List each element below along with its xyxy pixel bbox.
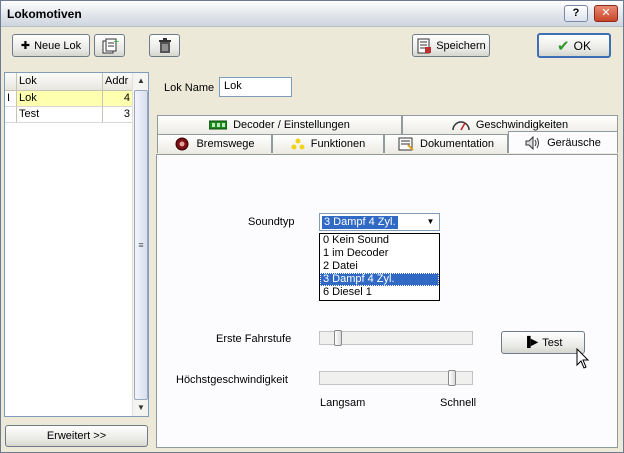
indicator-column-header bbox=[5, 73, 17, 91]
new-loco-button[interactable]: ✚ Neue Lok bbox=[12, 34, 90, 57]
speaker-icon bbox=[525, 135, 540, 150]
delete-button[interactable] bbox=[149, 34, 180, 57]
max-speed-slider-thumb[interactable] bbox=[448, 370, 456, 386]
scroll-thumb[interactable]: ≡ bbox=[134, 90, 148, 400]
tab-functions[interactable]: Funktionen bbox=[272, 134, 384, 153]
sound-type-dropdown: 0 Kein Sound 1 im Decoder 2 Datei 3 Damp… bbox=[319, 233, 440, 301]
addr-column-header[interactable]: Addr bbox=[103, 73, 133, 91]
close-button[interactable]: ✕ bbox=[594, 5, 618, 22]
list-row[interactable]: Test 3 bbox=[5, 107, 133, 123]
tab-speed-label: Geschwindigkeiten bbox=[475, 119, 569, 131]
checkmark-icon: ✔ bbox=[557, 37, 570, 55]
dropdown-option[interactable]: 6 Diesel 1 bbox=[320, 286, 439, 299]
lights-icon bbox=[291, 138, 305, 150]
copy-icon: + bbox=[102, 37, 119, 53]
scroll-up-arrow-icon[interactable]: ▲ bbox=[133, 73, 149, 89]
tab-sounds-label: Geräusche bbox=[547, 136, 601, 149]
sound-type-value: 3 Dampf 4 Zyl. bbox=[322, 216, 398, 229]
first-step-label: Erste Fahrstufe bbox=[216, 333, 292, 345]
tab-decoder[interactable]: Decoder / Einstellungen bbox=[157, 115, 402, 134]
slow-label: Langsam bbox=[320, 397, 366, 409]
fast-label: Schnell bbox=[440, 397, 477, 409]
tab-documentation-label: Dokumentation bbox=[420, 138, 494, 150]
title-bar: Lokomotiven ? ✕ bbox=[1, 1, 623, 27]
decoder-chip-icon bbox=[209, 120, 228, 130]
max-speed-label: Höchstgeschwindigkeit bbox=[176, 374, 288, 386]
chevron-down-icon[interactable]: ▼ bbox=[423, 215, 438, 229]
loco-name-input[interactable]: Lok bbox=[219, 77, 292, 97]
window-title: Lokomotiven bbox=[7, 7, 82, 21]
dropdown-option[interactable]: 2 Datei bbox=[320, 260, 439, 273]
lokomotiven-window: Lokomotiven ? ✕ ✚ Neue Lok + Speichern ✔… bbox=[0, 0, 624, 453]
test-label: Test bbox=[542, 336, 563, 349]
mouse-cursor-icon bbox=[576, 348, 590, 369]
help-button[interactable]: ? bbox=[564, 5, 588, 22]
row-name[interactable]: Test bbox=[17, 107, 103, 123]
row-indicator: I bbox=[5, 91, 17, 107]
tab-brake-label: Bremswege bbox=[196, 138, 255, 150]
tab-decoder-label: Decoder / Einstellungen bbox=[233, 119, 350, 131]
tab-brake[interactable]: Bremswege bbox=[157, 134, 272, 153]
max-speed-slider[interactable] bbox=[319, 370, 473, 386]
ok-button[interactable]: ✔ OK bbox=[537, 33, 611, 58]
sound-type-label: Soundtyp bbox=[248, 216, 295, 228]
dropdown-option[interactable]: 1 im Decoder bbox=[320, 247, 439, 260]
row-addr[interactable]: 3 bbox=[103, 107, 133, 123]
save-document-icon bbox=[417, 38, 432, 53]
name-column-header[interactable]: Lok bbox=[17, 73, 103, 91]
plus-icon: ✚ bbox=[20, 40, 31, 52]
ok-label: OK bbox=[573, 38, 591, 53]
list-row[interactable]: I Lok 4 bbox=[5, 91, 133, 107]
list-header: Lok Addr bbox=[5, 73, 133, 91]
row-indicator bbox=[5, 107, 17, 123]
save-label: Speichern bbox=[436, 39, 486, 52]
new-loco-label: Neue Lok bbox=[34, 39, 82, 52]
svg-text:+: + bbox=[113, 37, 119, 46]
dropdown-option-highlighted[interactable]: 3 Dampf 4 Zyl. bbox=[320, 273, 439, 286]
list-scrollbar[interactable]: ▲ ≡ ▼ bbox=[132, 73, 148, 416]
sound-type-select[interactable]: 3 Dampf 4 Zyl. ▼ bbox=[319, 213, 440, 231]
scroll-down-arrow-icon[interactable]: ▼ bbox=[133, 400, 149, 416]
speedometer-icon bbox=[452, 121, 470, 131]
row-addr[interactable]: 4 bbox=[103, 91, 133, 107]
tab-sounds[interactable]: Geräusche bbox=[508, 131, 618, 153]
advanced-button[interactable]: Erweitert >> bbox=[5, 425, 148, 447]
row-name[interactable]: Lok bbox=[17, 91, 103, 107]
first-step-slider[interactable] bbox=[319, 330, 473, 346]
dropdown-option[interactable]: 0 Kein Sound bbox=[320, 234, 439, 247]
brake-icon bbox=[175, 137, 189, 151]
first-step-slider-thumb[interactable] bbox=[334, 330, 342, 346]
documentation-icon bbox=[398, 137, 414, 151]
save-button[interactable]: Speichern bbox=[412, 34, 490, 57]
trash-icon bbox=[158, 37, 171, 53]
copy-button[interactable]: + bbox=[94, 34, 125, 57]
test-button[interactable]: ▐▶ Test bbox=[501, 331, 585, 354]
sounds-tab-page bbox=[156, 154, 618, 448]
tab-documentation[interactable]: Dokumentation bbox=[384, 134, 508, 153]
loco-list: Lok Addr I Lok 4 Test 3 ▲ ≡ ▼ bbox=[4, 72, 149, 417]
loco-name-label: Lok Name bbox=[164, 82, 215, 94]
tab-functions-label: Funktionen bbox=[310, 138, 366, 150]
play-icon: ▐▶ bbox=[523, 337, 539, 348]
